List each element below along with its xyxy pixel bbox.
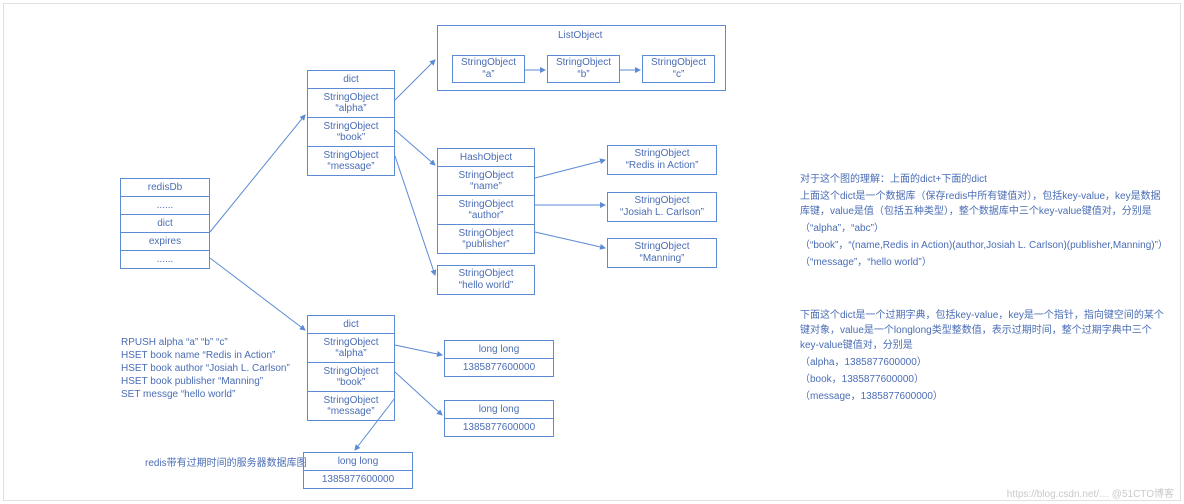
exp1-l2: 上面这个dict是一个数据库（保存redis中所有键值对），包括key-valu… bbox=[800, 189, 1165, 219]
listobject-title: ListObject bbox=[558, 30, 602, 41]
redisdb-dict: dict bbox=[121, 215, 209, 233]
hash-name: StringObject“name” bbox=[438, 167, 534, 196]
list-item-b: StringObject“b” bbox=[547, 55, 620, 83]
cmd-hset-author: HSET book author “Josiah L. Carlson” bbox=[121, 363, 326, 374]
longlong-2: long long 1385877600000 bbox=[444, 400, 554, 437]
longlong-1: long long 1385877600000 bbox=[444, 340, 554, 377]
longlong-1-value: 1385877600000 bbox=[445, 359, 553, 376]
redisdb-title: redisDb bbox=[121, 179, 209, 197]
hash-publisher: StringObject“publisher” bbox=[438, 225, 534, 253]
longlong-3-title: long long bbox=[304, 453, 412, 471]
exp1-l1: 对于这个图的理解：上面的dict+下面的dict bbox=[800, 172, 1165, 187]
longlong-1-title: long long bbox=[445, 341, 553, 359]
hashobject-stack: HashObject StringObject“name” StringObje… bbox=[437, 148, 535, 254]
redisdb-dots2: ...... bbox=[121, 251, 209, 268]
cmd-hset-publisher: HSET book publisher “Manning” bbox=[121, 376, 326, 387]
hash-value-publisher: StringObject“Manning” bbox=[607, 238, 717, 268]
longlong-2-value: 1385877600000 bbox=[445, 419, 553, 436]
dict2-stack: dict StringObject“alpha” StringObject“bo… bbox=[307, 315, 395, 421]
dict1-stack: dict StringObject“alpha” StringObject“bo… bbox=[307, 70, 395, 176]
exp1-l3: （“alpha”，“abc”） bbox=[800, 221, 1165, 236]
dict1-book: StringObject“book” bbox=[308, 118, 394, 147]
dict1-title: dict bbox=[308, 71, 394, 89]
hash-value-author: StringObject“Josiah L. Carlson” bbox=[607, 192, 717, 222]
hash-value-name: StringObject“Redis in Action” bbox=[607, 145, 717, 175]
longlong-3: long long 1385877600000 bbox=[303, 452, 413, 489]
hash-author: StringObject“author” bbox=[438, 196, 534, 225]
dict2-book: StringObject“book” bbox=[308, 363, 394, 392]
cmd-rpush: RPUSH alpha “a” “b” “c” bbox=[121, 337, 326, 348]
explain-block-1: 对于这个图的理解：上面的dict+下面的dict 上面这个dict是一个数据库（… bbox=[800, 170, 1165, 272]
dict1-alpha: StringObject“alpha” bbox=[308, 89, 394, 118]
watermark: https://blog.csdn.net/… @51CTO博客 bbox=[1007, 485, 1174, 500]
exp1-l4: （“book”，“(name,Redis in Action)(author,J… bbox=[800, 238, 1165, 253]
hello-world-box: StringObject“hello world” bbox=[437, 265, 535, 295]
cmd-hset-name: HSET book name “Redis in Action” bbox=[121, 350, 326, 361]
commands-block: RPUSH alpha “a” “b” “c” HSET book name “… bbox=[121, 335, 326, 402]
list-item-c: StringObject“c” bbox=[642, 55, 715, 83]
explain-block-2: 下面这个dict是一个过期字典，包括key-value，key是一个指针，指向键… bbox=[800, 306, 1165, 406]
exp1-l5: （“message”，“hello world”） bbox=[800, 255, 1165, 270]
exp2-l2: （alpha，1385877600000） bbox=[800, 355, 1165, 370]
exp2-l3: （book，1385877600000） bbox=[800, 372, 1165, 387]
exp2-l4: （message，1385877600000） bbox=[800, 389, 1165, 404]
cmd-set-message: SET messge “hello world” bbox=[121, 389, 326, 400]
longlong-2-title: long long bbox=[445, 401, 553, 419]
list-item-a: StringObject“a” bbox=[452, 55, 525, 83]
dict2-title: dict bbox=[308, 316, 394, 334]
dict2-message: StringObject“message” bbox=[308, 392, 394, 420]
redisdb-dots1: ...... bbox=[121, 197, 209, 215]
longlong-3-value: 1385877600000 bbox=[304, 471, 412, 488]
hash-title: HashObject bbox=[438, 149, 534, 167]
dict2-alpha: StringObject“alpha” bbox=[308, 334, 394, 363]
dict1-message: StringObject“message” bbox=[308, 147, 394, 175]
redisdb-stack: redisDb ...... dict expires ...... bbox=[120, 178, 210, 269]
exp2-l1: 下面这个dict是一个过期字典，包括key-value，key是一个指针，指向键… bbox=[800, 308, 1165, 353]
redisdb-expires: expires bbox=[121, 233, 209, 251]
diagram-caption: redis带有过期时间的服务器数据库图 bbox=[145, 454, 307, 469]
